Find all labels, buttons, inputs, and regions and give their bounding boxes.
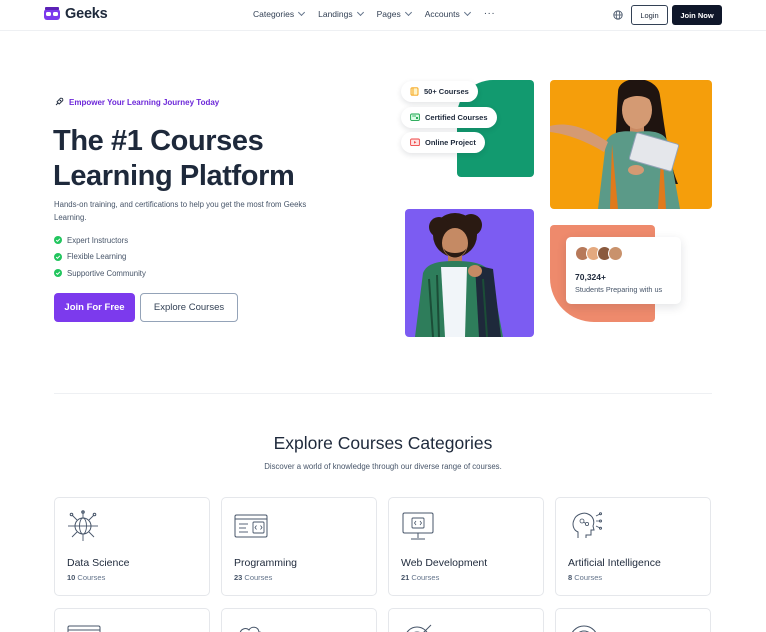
online-project-pill: Online Project	[401, 132, 485, 153]
certified-courses-pill: Certified Courses	[401, 107, 497, 128]
globe-icon[interactable]	[613, 10, 623, 20]
category-name: Web Development	[401, 557, 488, 569]
pill-label: 50+ Courses	[424, 87, 469, 96]
menu-accounts[interactable]: Accounts	[424, 8, 471, 19]
category-name: Programming	[234, 557, 298, 569]
chevron-down-icon	[463, 8, 471, 17]
menu-pages[interactable]: Pages	[376, 8, 412, 19]
check-circle-icon	[54, 269, 62, 278]
book-icon	[410, 87, 419, 96]
category-card-web-development[interactable]: Web Development 21 Courses	[388, 497, 544, 596]
menu-categories[interactable]: Categories	[253, 8, 306, 19]
avatar-group	[575, 246, 623, 261]
network-globe-icon	[68, 510, 98, 541]
categories-title: Explore Courses Categories	[273, 433, 493, 453]
menu-label: Pages	[376, 9, 401, 19]
avatar	[608, 246, 623, 261]
category-name: Data Science	[67, 557, 130, 569]
video-play-icon	[410, 138, 420, 147]
category-count: 21 Courses	[401, 573, 439, 582]
tagline-text: Empower Your Learning Journey Today	[69, 97, 220, 107]
join-for-free-button[interactable]: Join For Free	[54, 293, 135, 322]
check-circle-icon	[54, 252, 62, 261]
ai-brain-icon	[572, 512, 602, 538]
category-name: Artificial Intelligence	[568, 557, 661, 569]
feature-list: Expert Instructors Flexible Learning Sup…	[54, 232, 146, 282]
hero-tagline: Empower Your Learning Journey Today	[54, 97, 219, 107]
feature-item: Flexible Learning	[54, 249, 146, 266]
category-card-partial[interactable]	[54, 608, 210, 632]
students-stat-card: 70,324+ Students Preparing with us	[566, 237, 681, 304]
feature-text: Expert Instructors	[67, 235, 129, 245]
menu-label: Landings	[318, 9, 353, 19]
certificate-icon	[410, 113, 420, 121]
more-menu-icon[interactable]: ···	[484, 8, 496, 19]
courses-count-pill: 50+ Courses	[401, 81, 478, 102]
category-count: 23 Courses	[234, 573, 272, 582]
category-card-partial[interactable]	[221, 608, 377, 632]
feature-item: Expert Instructors	[54, 232, 146, 249]
feature-text: Supportive Community	[67, 268, 146, 278]
top-navbar: Geeks Categories Landings Pages Accounts…	[0, 0, 766, 31]
explore-courses-button[interactable]: Explore Courses	[140, 293, 238, 322]
pill-label: Online Project	[425, 138, 476, 147]
count-unit: Courses	[75, 573, 106, 582]
category-card-artificial-intelligence[interactable]: Artificial Intelligence 8 Courses	[555, 497, 711, 596]
brand-logo[interactable]: Geeks	[43, 6, 108, 22]
count-unit: Courses	[572, 573, 603, 582]
student-photo-card	[550, 80, 712, 209]
hero-title-line-2: Learning Platform	[53, 160, 295, 192]
hero-title-line-1: The #1 Courses	[53, 125, 264, 157]
category-count: 8 Courses	[568, 573, 602, 582]
login-button[interactable]: Login	[631, 5, 668, 25]
cloud-icon	[239, 626, 262, 632]
hero-title: The #1 Courses Learning Platform	[53, 124, 353, 194]
concentric-circles-icon	[571, 625, 597, 632]
category-card-programming[interactable]: Programming 23 Courses	[221, 497, 377, 596]
category-card-partial[interactable]	[555, 608, 711, 632]
student-with-backpack-image	[415, 213, 503, 337]
hero-description: Hands-on training, and certifications to…	[54, 200, 307, 222]
brand-name: Geeks	[65, 6, 108, 22]
code-window-icon	[234, 514, 268, 538]
monitor-code-icon	[402, 512, 434, 540]
chevron-down-icon	[356, 8, 364, 17]
students-label: Students Preparing with us	[575, 285, 663, 294]
student-photo-card	[405, 209, 534, 337]
category-count: 10 Courses	[67, 573, 105, 582]
browser-window-icon	[67, 625, 101, 632]
students-count: 70,324+	[575, 272, 606, 282]
pill-label: Certified Courses	[425, 113, 488, 122]
menu-label: Accounts	[424, 9, 460, 19]
category-card-partial[interactable]	[388, 608, 544, 632]
feature-item: Supportive Community	[54, 265, 146, 282]
categories-subtitle: Discover a world of knowledge through ou…	[264, 462, 502, 471]
count-unit: Courses	[409, 573, 440, 582]
main-menu: Categories Landings Pages Accounts ···	[253, 8, 496, 19]
check-circle-icon	[54, 236, 62, 245]
chevron-down-icon	[404, 8, 412, 17]
section-divider	[54, 393, 712, 394]
student-with-laptop-image	[550, 80, 680, 209]
geeks-logo-icon	[44, 7, 60, 20]
feature-text: Flexible Learning	[67, 252, 127, 262]
target-icon	[406, 624, 432, 632]
category-card-data-science[interactable]: Data Science 10 Courses	[54, 497, 210, 596]
count-unit: Courses	[242, 573, 273, 582]
menu-landings[interactable]: Landings	[318, 8, 364, 19]
menu-label: Categories	[253, 9, 295, 19]
chevron-down-icon	[298, 8, 306, 17]
join-now-button[interactable]: Join Now	[672, 5, 722, 25]
rocket-icon	[55, 97, 64, 106]
